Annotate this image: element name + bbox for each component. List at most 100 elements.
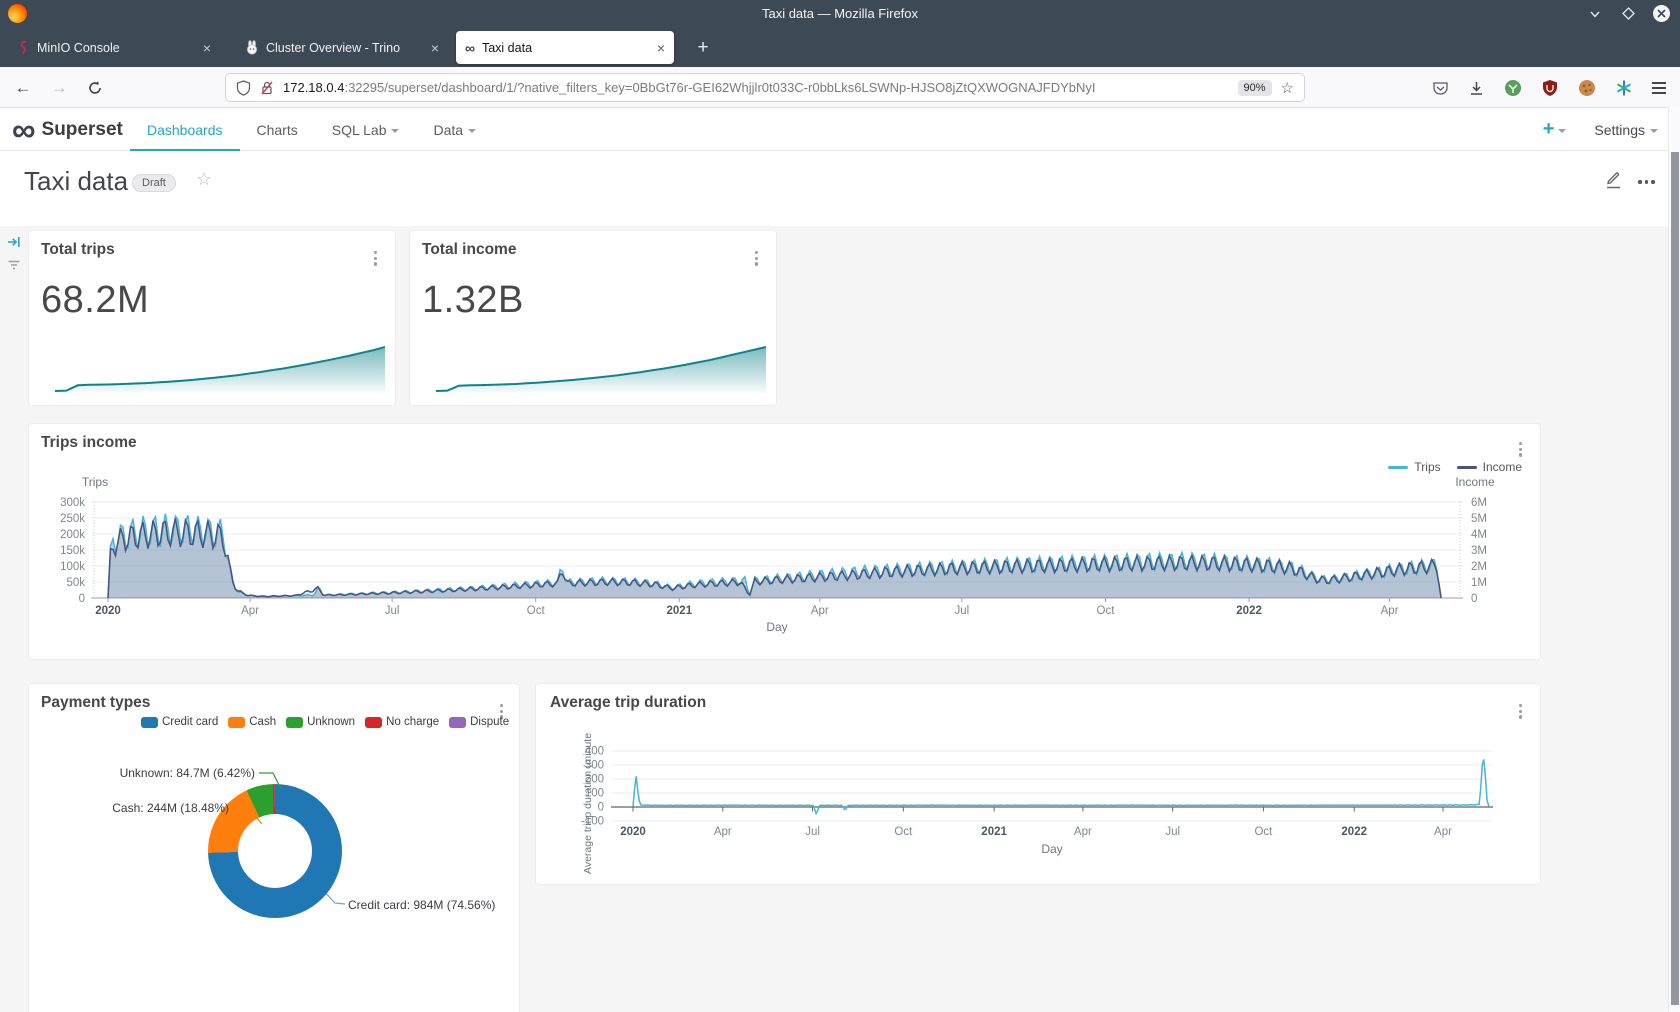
close-icon <box>1653 5 1670 22</box>
minimize-button[interactable] <box>1586 5 1604 23</box>
tab-close-icon[interactable]: × <box>431 40 439 56</box>
y-left-tick-label: 0 <box>79 593 85 605</box>
firefox-window: Taxi data — Mozilla Firefox MinIO Consol… <box>0 0 1680 1012</box>
caret-down-icon <box>391 129 399 133</box>
y-left-tick-label: 250k <box>60 513 85 525</box>
tab-close-icon[interactable]: × <box>203 40 211 56</box>
x-axis-tick-label: Jul <box>385 605 400 617</box>
legend-item-trips[interactable]: Trips <box>1388 460 1440 474</box>
back-button[interactable]: ← <box>10 75 36 101</box>
x-axis-tick-label: Oct <box>1097 605 1116 617</box>
sparkline-area <box>436 347 766 393</box>
filter-lines-icon <box>6 257 22 273</box>
x-axis-tick-label: 2020 <box>95 605 121 617</box>
x-axis-tick-label: Apr <box>811 605 829 617</box>
zoom-level-badge[interactable]: 90% <box>1238 80 1272 96</box>
legend-item-unknown[interactable]: Unknown <box>286 716 355 728</box>
expand-filter-bar-button[interactable] <box>6 234 22 255</box>
filter-icon[interactable] <box>6 257 22 278</box>
superset-logo[interactable]: ∞ Superset <box>12 108 123 151</box>
toolbar-extensions <box>1432 74 1666 102</box>
y-left-tick-label: 300k <box>60 497 85 509</box>
chart-kebab-menu[interactable] <box>370 247 381 270</box>
cookie-extension-icon[interactable] <box>1578 79 1596 97</box>
caret-down-icon <box>1650 129 1658 133</box>
bookmark-star-icon[interactable]: ☆ <box>1281 79 1294 97</box>
y-left-tick-label: 150k <box>60 545 85 557</box>
dashboard-more-menu[interactable] <box>1638 180 1655 184</box>
pocket-icon[interactable] <box>1432 80 1449 97</box>
legend-item-income[interactable]: Income <box>1457 460 1522 474</box>
x-axis-tick-label: Oct <box>527 605 546 617</box>
download-icon[interactable] <box>1468 80 1485 97</box>
trips-income-plot[interactable]: 300k6M250k5M200k4M150k3M100k2M50k1M00Tri… <box>29 424 1540 659</box>
tab-trino-cluster[interactable]: Cluster Overview - Trino × <box>236 31 448 64</box>
dashboard-header: Taxi data Draft ☆ <box>0 151 1680 226</box>
new-tab-button[interactable]: + <box>690 35 716 61</box>
x-axis-tick-label: 2021 <box>981 826 1007 838</box>
y-right-axis-title: Income <box>1455 475 1495 489</box>
url-bar[interactable]: 172.18.0.4:32295/superset/dashboard/1/?n… <box>225 73 1305 102</box>
chart-title: Total trips <box>41 241 115 259</box>
x-axis-tick-label: 2022 <box>1236 605 1262 617</box>
legend-item-credit-card[interactable]: Credit card <box>141 716 218 728</box>
y-right-tick-label: 4M <box>1471 529 1487 541</box>
x-axis-title: Day <box>1041 842 1062 856</box>
settings-menu[interactable]: Settings <box>1594 122 1658 138</box>
chart-kebab-menu[interactable] <box>1515 438 1526 461</box>
menu-hamburger-icon[interactable] <box>1652 82 1666 94</box>
scrollbar-thumb[interactable] <box>1671 152 1679 1005</box>
close-button[interactable] <box>1652 5 1670 23</box>
x-axis-tick-label: Apr <box>1381 605 1399 617</box>
maximize-button[interactable] <box>1619 5 1637 23</box>
nav-item-charts[interactable]: Charts <box>240 108 315 151</box>
legend-swatch <box>1388 466 1408 469</box>
tab-minio-console[interactable]: MinIO Console × <box>8 31 220 64</box>
legend-item-dispute[interactable]: Dispute <box>449 716 509 728</box>
forward-button[interactable]: → <box>46 75 72 101</box>
nav-item-data[interactable]: Data <box>416 108 493 151</box>
url-text: 172.18.0.4:32295/superset/dashboard/1/?n… <box>283 80 1229 95</box>
favorite-star-icon[interactable]: ☆ <box>196 169 212 190</box>
total-income-sparkline <box>436 343 766 395</box>
big-number-value: 1.32B <box>422 279 524 322</box>
chart-kebab-menu[interactable] <box>1515 700 1526 723</box>
container-asterisk-extension-icon[interactable] <box>1615 79 1633 97</box>
page-scrollbar[interactable] <box>1668 107 1680 1012</box>
nav-item-dashboards[interactable]: Dashboards <box>130 108 240 151</box>
url-domain: 172.18.0.4 <box>283 80 344 95</box>
chart-kebab-menu[interactable] <box>751 247 762 270</box>
legend-item-no-charge[interactable]: No charge <box>365 716 439 728</box>
tab-strip: MinIO Console × Cluster Overview - Trino… <box>0 27 1680 67</box>
avg-trip-duration-plot[interactable]: 4003002001000-1002020AprJulOct2021AprJul… <box>536 684 1540 884</box>
y-right-tick-label: 5M <box>1471 513 1487 525</box>
tab-close-icon[interactable]: × <box>657 40 665 56</box>
chart-card-trips-income: Trips income Trips Income 300k6M250k5M20… <box>28 423 1541 660</box>
window-titlebar: Taxi data — Mozilla Firefox <box>0 0 1680 27</box>
reload-button[interactable] <box>82 75 108 101</box>
tab-title: Cluster Overview - Trino <box>266 41 425 55</box>
arrow-right-to-bar-icon <box>6 234 22 250</box>
legend-swatch <box>449 717 466 728</box>
total-trips-sparkline <box>55 343 385 395</box>
duration-line <box>633 760 1489 814</box>
ublock-origin-icon[interactable] <box>1541 79 1559 97</box>
x-axis-tick-label: Jul <box>805 826 820 838</box>
y-right-tick-label: 1M <box>1471 577 1487 589</box>
tab-taxi-data-active[interactable]: ∞ Taxi data × <box>456 31 674 64</box>
legend-item-cash[interactable]: Cash <box>228 716 276 728</box>
edit-dashboard-button[interactable] <box>1604 171 1623 195</box>
new-item-button[interactable]: + <box>1543 118 1567 141</box>
x-axis-tick-label: Apr <box>714 826 732 838</box>
nav-item-sql-lab[interactable]: SQL Lab <box>315 108 417 151</box>
minio-flamingo-icon <box>17 40 30 55</box>
x-axis-tick-label: 2022 <box>1341 826 1367 838</box>
greasemonkey-extension-icon[interactable] <box>1504 79 1522 97</box>
chart-card-total-income: Total income 1.32B <box>409 230 777 406</box>
chart-legend: Trips Income <box>1388 460 1522 474</box>
pie-label-cash: Cash: 244M (18.48%) <box>112 801 229 815</box>
caret-down-icon <box>1558 129 1566 133</box>
chart-title: Trips income <box>41 434 137 452</box>
superset-navbar: ∞ Superset Dashboards Charts SQL Lab Dat… <box>0 108 1680 151</box>
pencil-icon <box>1604 171 1623 190</box>
